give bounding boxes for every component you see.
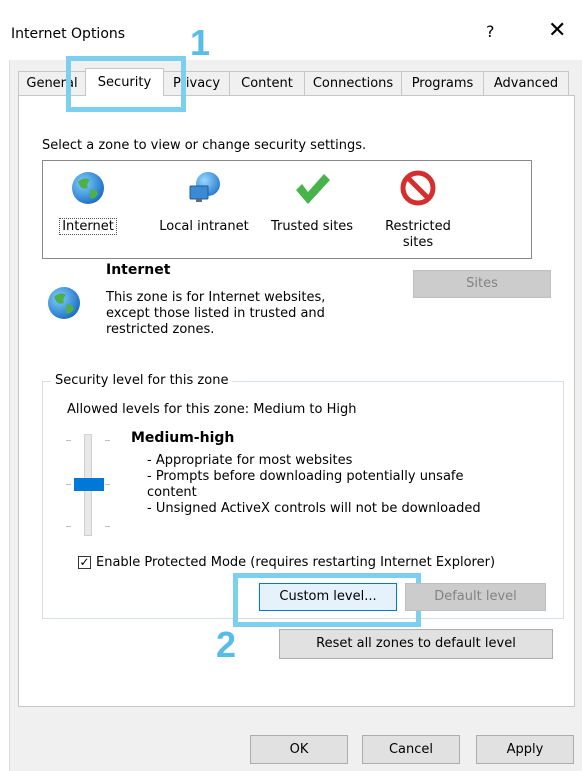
security-level-legend: Security level for this zone: [51, 373, 233, 388]
default-level-button[interactable]: Default level: [405, 583, 546, 611]
globe-icon: [72, 172, 104, 204]
zone-local-intranet[interactable]: Local intranet: [154, 170, 254, 235]
zone-prompt: Select a zone to view or change security…: [42, 138, 367, 153]
tab-content[interactable]: Content: [229, 71, 305, 95]
level-bullet-1: - Appropriate for most websites: [147, 453, 353, 468]
protected-mode-checkbox[interactable]: ✓: [78, 556, 91, 569]
tab-security[interactable]: Security: [85, 68, 164, 96]
protected-mode-label[interactable]: Enable Protected Mode (requires restarti…: [96, 555, 495, 570]
zone-internet[interactable]: Internet: [59, 170, 117, 235]
sites-button[interactable]: Sites: [413, 270, 551, 298]
zone-trusted-sites[interactable]: Trusted sites: [264, 170, 360, 235]
ok-button[interactable]: OK: [250, 735, 348, 764]
zone-restricted-sites-label: Restricted sites: [385, 219, 451, 250]
tab-connections[interactable]: Connections: [304, 71, 402, 95]
window-title: Internet Options: [11, 26, 126, 42]
step2-number: 2: [216, 624, 237, 665]
tab-programs[interactable]: Programs: [401, 71, 484, 95]
cancel-button[interactable]: Cancel: [362, 735, 460, 764]
intranet-globe-icon: [189, 172, 220, 202]
security-level-name: Medium-high: [131, 430, 235, 446]
selected-zone-globe-icon: [48, 287, 80, 319]
zone-restricted-sites[interactable]: Restricted sites: [376, 170, 460, 251]
help-button[interactable]: ?: [486, 22, 495, 41]
restricted-icon: [400, 170, 436, 206]
zone-internet-label: Internet: [59, 218, 117, 235]
step1-number: 1: [190, 22, 211, 63]
checkmark-icon: [296, 174, 330, 204]
title-bar: Internet Options ? ✕: [0, 0, 582, 60]
zone-description: This zone is for Internet websites, exce…: [106, 290, 326, 337]
security-level-description: - Appropriate for most websites - Prompt…: [147, 453, 507, 517]
slider-thumb[interactable]: [74, 478, 104, 491]
apply-button[interactable]: Apply: [476, 735, 574, 764]
custom-level-button[interactable]: Custom level...: [259, 583, 397, 611]
level-bullet-3: - Unsigned ActiveX controls will not be …: [147, 501, 481, 516]
reset-all-zones-button[interactable]: Reset all zones to default level: [279, 629, 553, 659]
close-button[interactable]: ✕: [548, 18, 566, 43]
zone-title: Internet: [106, 262, 171, 278]
allowed-levels-text: Allowed levels for this zone: Medium to …: [67, 402, 357, 417]
zone-local-intranet-label: Local intranet: [159, 219, 249, 234]
tab-advanced[interactable]: Advanced: [483, 71, 569, 95]
level-bullet-2: - Prompts before downloading potentially…: [147, 469, 464, 500]
zone-trusted-sites-label: Trusted sites: [270, 219, 354, 234]
